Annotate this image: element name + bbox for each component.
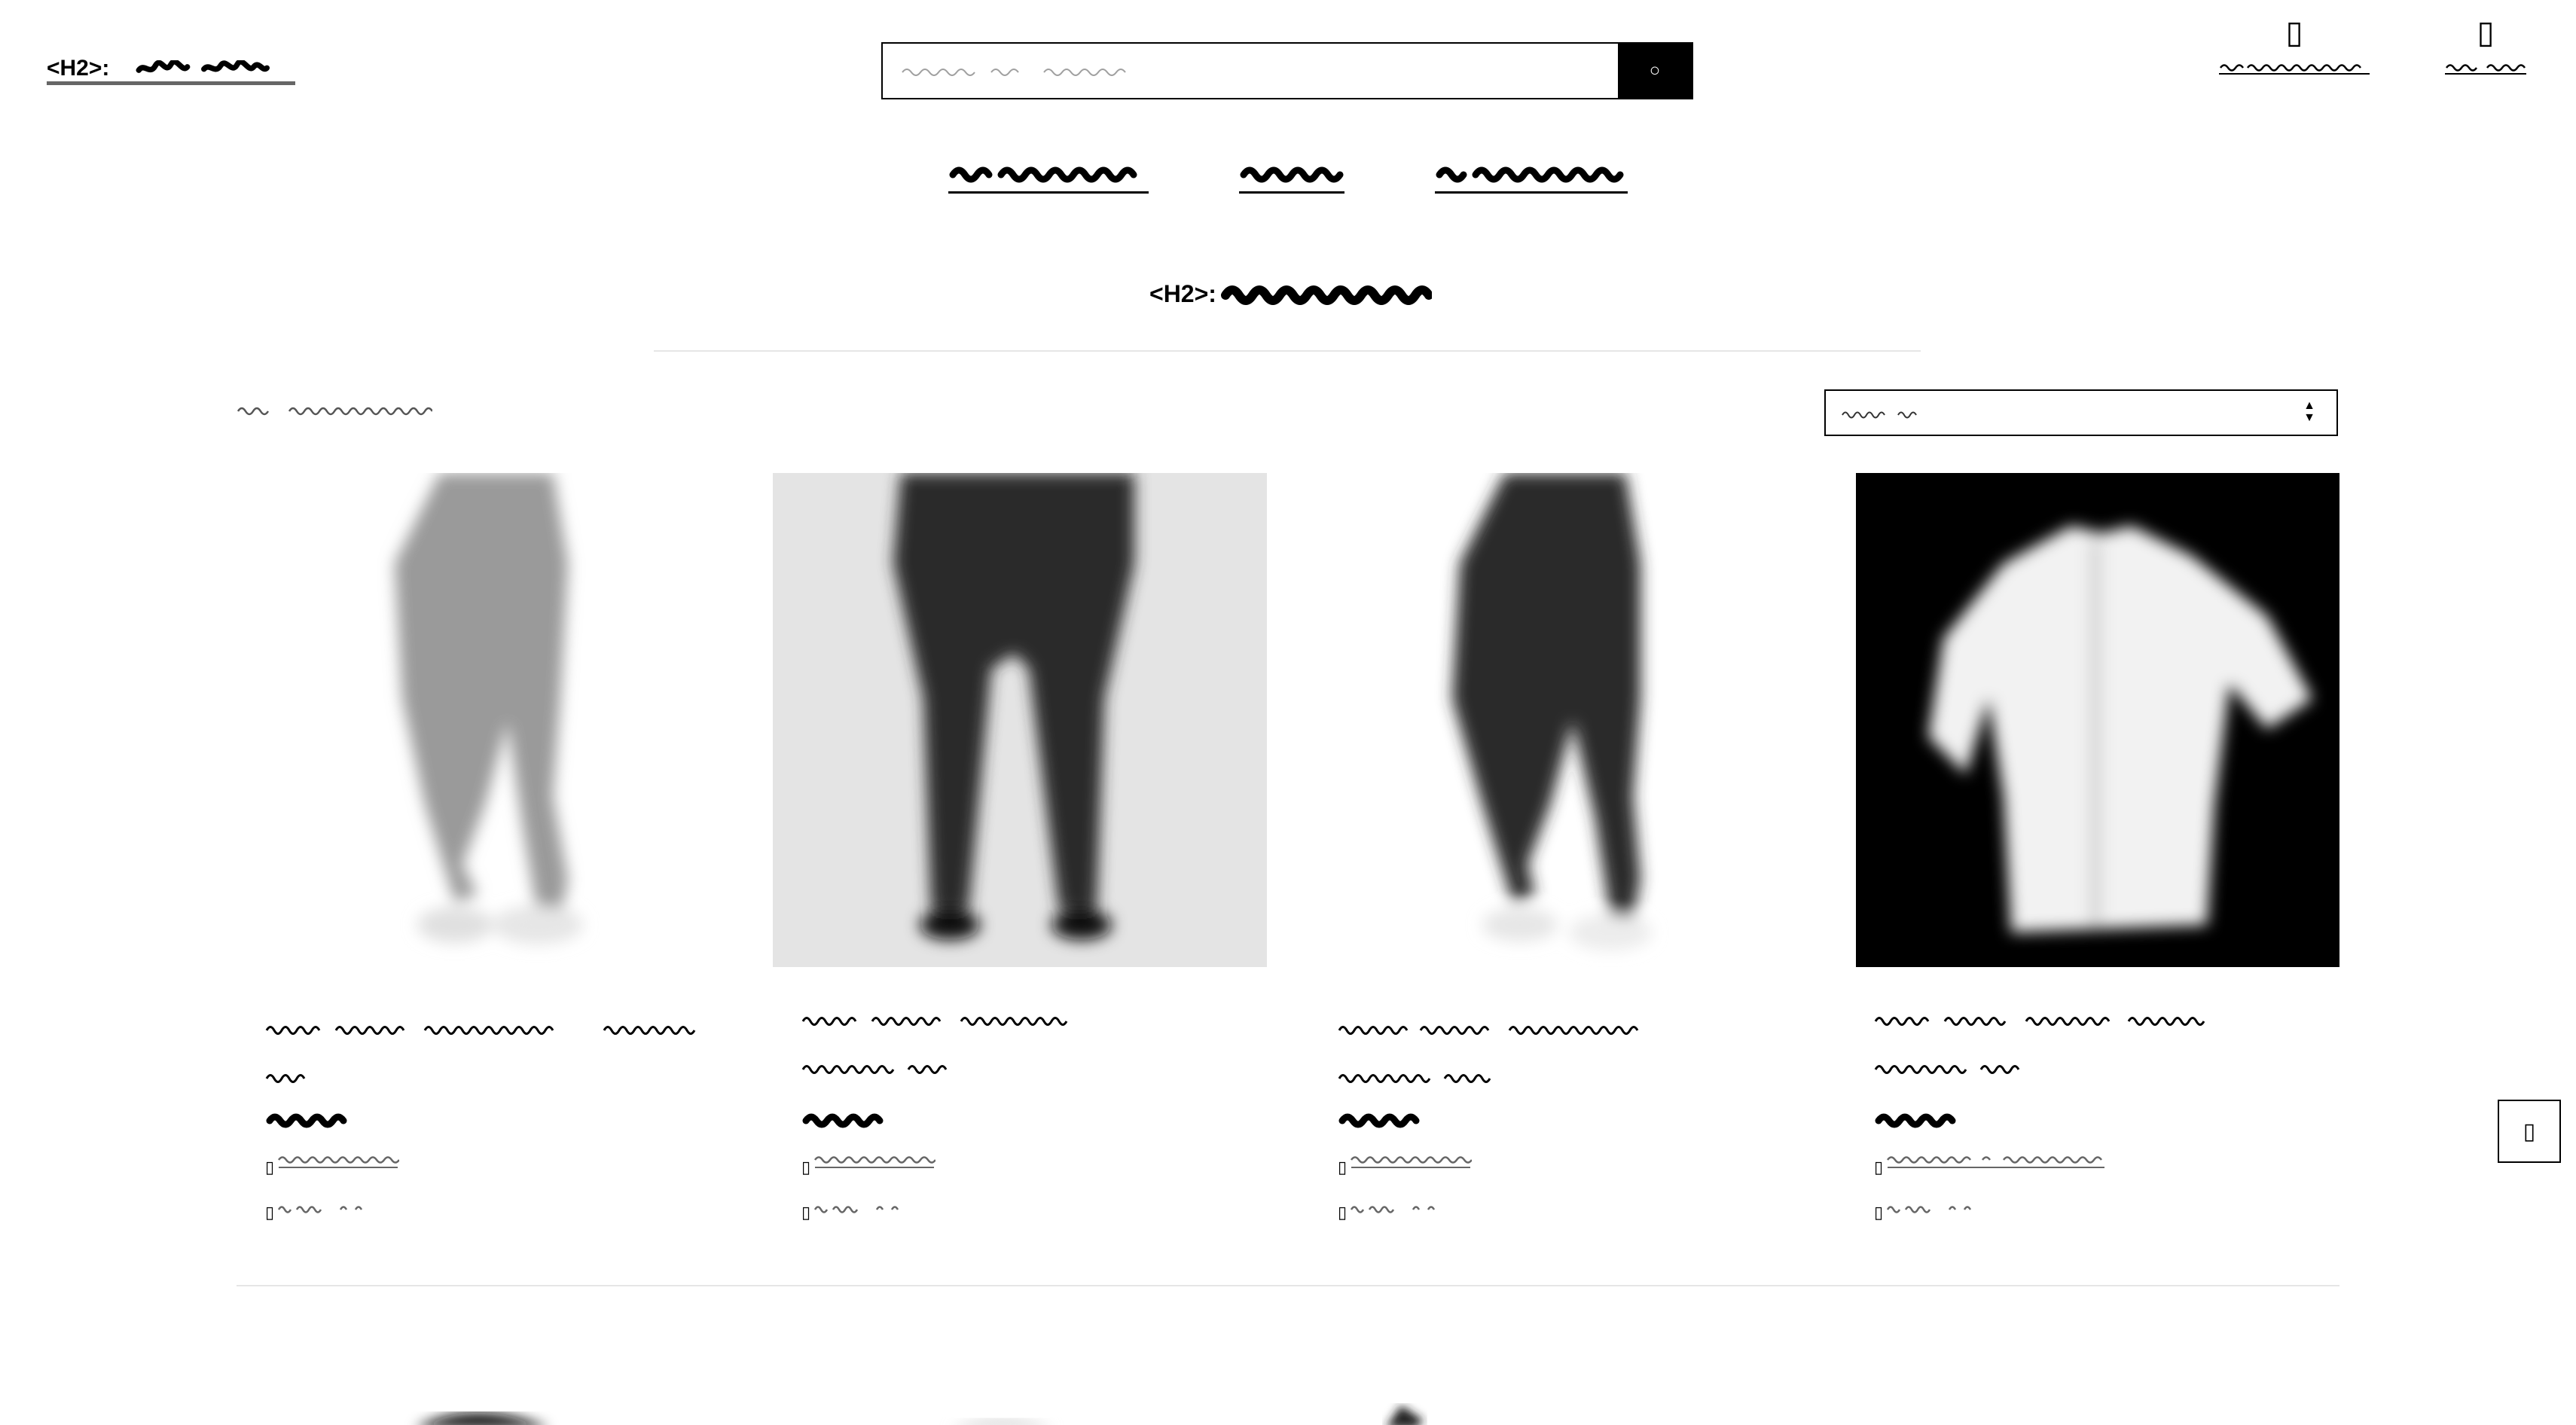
product-info-link[interactable]: ▯	[801, 1152, 937, 1177]
rating-icon: ▯	[1874, 1202, 1884, 1222]
site-logo-link[interactable]: <H2>:	[47, 56, 295, 81]
product-card[interactable]: ▯ ▯	[773, 473, 1267, 1256]
product-image[interactable]	[1309, 473, 1803, 967]
product-card[interactable]: ▯ ▯	[237, 473, 731, 1256]
user-icon: ▯	[2285, 14, 2303, 50]
product-rating: ▯	[1338, 1198, 1470, 1222]
info-icon: ▯	[801, 1157, 811, 1176]
product-price	[265, 1110, 349, 1135]
nav-item-2[interactable]	[1239, 158, 1344, 194]
product-price	[1338, 1110, 1422, 1135]
search-icon: ○	[1649, 60, 1661, 81]
info-icon: ▯	[265, 1157, 275, 1176]
search-bar: ○	[881, 42, 1693, 99]
nav-item-3-redacted	[1436, 166, 1624, 183]
info-icon: ▯	[1338, 1157, 1348, 1176]
result-count-redacted	[237, 407, 434, 416]
chat-icon: ▯	[2523, 1118, 2536, 1144]
logo-heading-tag: <H2>:	[47, 56, 110, 81]
product-rating: ▯	[265, 1198, 398, 1222]
product-name[interactable]	[801, 1005, 1238, 1091]
product-grid: ▯ ▯ ▯ ▯ ▯ ▯ ▯ ▯	[237, 473, 2339, 1256]
product-name[interactable]	[265, 1014, 702, 1100]
product-card[interactable]: ▯ ▯	[1845, 473, 2339, 1256]
cart-icon: ▯	[2477, 14, 2495, 50]
floating-action-button[interactable]: ▯	[2498, 1100, 2561, 1163]
account-label-redacted	[2219, 64, 2370, 75]
product-rating: ▯	[1874, 1198, 2007, 1222]
product-name[interactable]	[1874, 1005, 2311, 1091]
product-card[interactable]: ▯ ▯	[1309, 473, 1803, 1256]
product-image[interactable]	[773, 473, 1267, 967]
logo-redacted-text	[136, 60, 270, 73]
main-nav	[0, 158, 2576, 194]
sort-arrows-icon: ▲ ▼	[2303, 399, 2315, 424]
rating-icon: ▯	[801, 1202, 811, 1222]
next-row-product-image-peek	[1387, 1405, 1424, 1425]
cart-link[interactable]: ▯	[2443, 15, 2528, 86]
product-price	[801, 1110, 886, 1135]
cart-label-redacted	[2445, 64, 2526, 75]
sort-value-redacted	[1842, 411, 1917, 419]
page-title: <H2>:	[1149, 279, 1432, 309]
product-price	[1874, 1110, 1958, 1135]
nav-item-1[interactable]	[948, 158, 1149, 194]
nav-item-3[interactable]	[1435, 158, 1628, 194]
logo-underline	[47, 81, 295, 85]
page-title-tag: <H2>:	[1149, 279, 1216, 307]
nav-item-1-redacted	[949, 166, 1137, 183]
rating-icon: ▯	[1338, 1202, 1348, 1222]
product-image[interactable]	[1845, 473, 2339, 967]
search-input[interactable]	[883, 44, 1618, 98]
sort-select[interactable]: ▲ ▼	[1824, 389, 2338, 436]
product-name[interactable]	[1338, 1014, 1775, 1100]
grid-divider	[237, 1285, 2339, 1286]
product-info-link[interactable]: ▯	[265, 1152, 401, 1177]
nav-item-2-redacted	[1240, 166, 1344, 183]
rating-icon: ▯	[265, 1202, 275, 1222]
next-row-product-image-peek	[959, 1419, 1045, 1425]
page-title-redacted	[1220, 285, 1432, 305]
info-icon: ▯	[1874, 1157, 1884, 1176]
product-info-link[interactable]: ▯	[1874, 1152, 2106, 1177]
product-info-link[interactable]: ▯	[1338, 1152, 1473, 1177]
account-link[interactable]: ▯	[2217, 15, 2371, 86]
search-button[interactable]: ○	[1618, 44, 1692, 98]
product-image[interactable]	[237, 473, 731, 967]
next-row-product-image-peek	[420, 1413, 542, 1425]
title-divider	[654, 350, 1921, 352]
result-count	[237, 401, 434, 424]
page: <H2>: ○ ▯ ▯ <H2>: ▲ ▼ ▯ ▯ ▯ ▯ ▯ ▯ ▯ ▯ ▯	[0, 0, 2576, 1425]
search-placeholder-redacted	[902, 69, 1126, 76]
product-rating: ▯	[801, 1198, 934, 1222]
